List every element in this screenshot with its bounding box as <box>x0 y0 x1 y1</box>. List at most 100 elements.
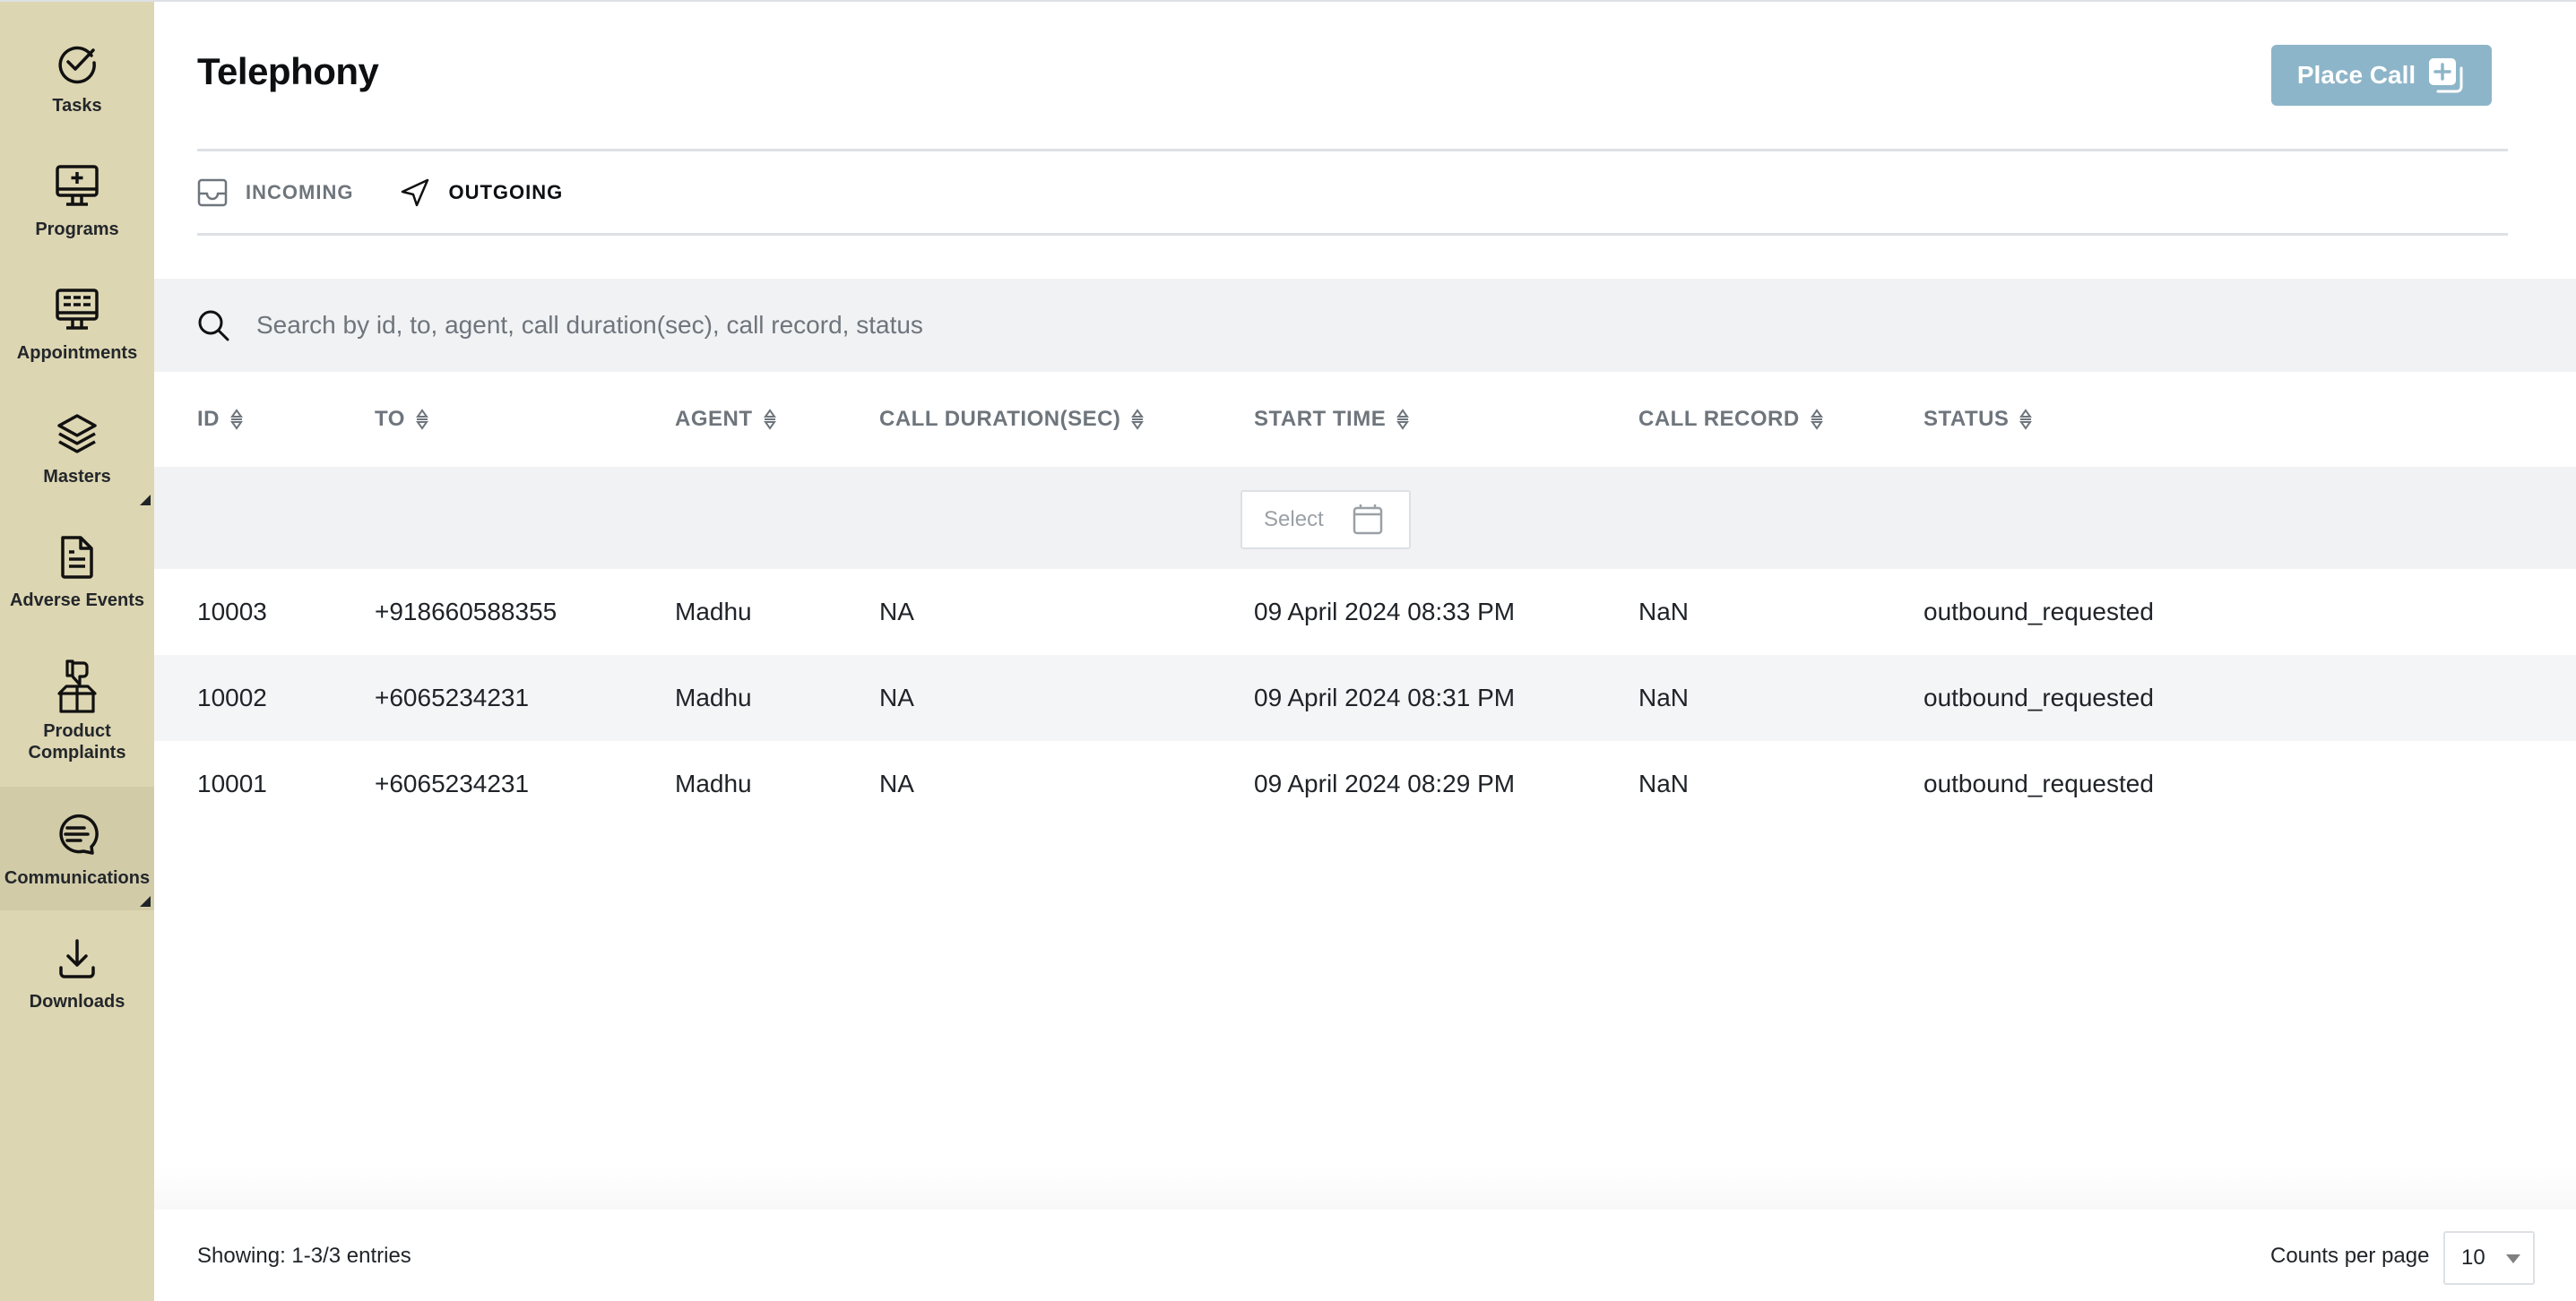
table-row[interactable]: 10002 +6065234231 Madhu NA 09 April 2024… <box>154 655 2576 741</box>
search-input[interactable] <box>256 298 2407 352</box>
sidebar-item-label: Programs <box>35 220 119 239</box>
sidebar-item-appointments[interactable]: Appointments <box>0 262 154 385</box>
main-content: Telephony Place Call INCOMING OUTGOING I… <box>154 2 2576 1301</box>
column-label: AGENT <box>675 407 753 431</box>
date-filter-placeholder: Select <box>1264 507 1324 531</box>
entries-count: Showing: 1-3/3 entries <box>197 1244 411 1268</box>
sort-icon <box>1131 409 1145 430</box>
cell-agent: Madhu <box>675 598 752 625</box>
cell-id: 10003 <box>197 598 267 625</box>
search-icon <box>198 310 229 341</box>
chat-bubble-icon <box>52 810 102 860</box>
column-header-status[interactable]: STATUS <box>1923 372 2034 467</box>
cell-agent: Madhu <box>675 684 752 711</box>
sidebar-item-label: Appointments <box>16 343 138 363</box>
sort-icon <box>1810 409 1823 430</box>
cell-status: outbound_requested <box>1923 770 2154 797</box>
sidebar-item-downloads[interactable]: Downloads <box>0 910 154 1034</box>
column-label: START TIME <box>1254 407 1387 431</box>
cell-call-record: NaN <box>1638 684 1690 711</box>
cell-agent: Madhu <box>675 770 752 797</box>
table-filter-row: Select <box>154 467 2576 569</box>
sidebar-item-masters[interactable]: Masters <box>0 385 154 509</box>
sidebar-item-label: Product Complaints <box>28 721 126 763</box>
call-direction-tabs: INCOMING OUTGOING <box>197 154 609 231</box>
column-header-start-time[interactable]: START TIME <box>1254 372 1411 467</box>
sidebar-item-tasks[interactable]: Tasks <box>0 14 154 138</box>
tabs-divider-bottom <box>197 233 2508 236</box>
cell-start-time: 09 April 2024 08:29 PM <box>1254 770 1516 797</box>
cell-call-record: NaN <box>1638 598 1690 625</box>
cell-to: +918660588355 <box>375 598 558 625</box>
sidebar-item-adverse-events[interactable]: Adverse Events <box>0 509 154 633</box>
column-header-to[interactable]: TO <box>375 372 430 467</box>
document-icon <box>52 532 102 582</box>
cell-id: 10002 <box>197 684 267 711</box>
search-bar <box>154 279 2576 372</box>
sort-icon <box>1396 409 1410 430</box>
layers-icon <box>52 409 102 459</box>
counts-per-page-value: 10 <box>2461 1245 2485 1270</box>
cell-status: outbound_requested <box>1923 598 2154 625</box>
sidebar-item-label: Masters <box>43 467 111 487</box>
column-label: ID <box>197 407 220 431</box>
footer-shadow <box>154 1167 2576 1210</box>
download-icon <box>52 934 102 984</box>
tab-label: OUTGOING <box>448 181 564 203</box>
cell-call-duration: NA <box>879 770 914 797</box>
column-header-call-duration[interactable]: CALL DURATION(SEC) <box>879 372 1145 467</box>
tabs-divider-top <box>197 149 2508 151</box>
pagination-footer: Showing: 1-3/3 entries Counts per page 1… <box>154 1210 2576 1301</box>
column-header-call-record[interactable]: CALL RECORD <box>1638 372 1825 467</box>
cell-call-record: NaN <box>1638 770 1690 797</box>
place-call-button[interactable]: Place Call <box>2271 45 2492 106</box>
sort-icon <box>415 409 428 430</box>
column-label: TO <box>375 407 405 431</box>
cell-start-time: 09 April 2024 08:31 PM <box>1254 684 1516 711</box>
thumbs-down-box-icon <box>52 658 102 715</box>
sidebar-item-communications[interactable]: Communications <box>0 787 154 910</box>
table-header: ID TO AGENT CALL DURATION(SEC) START TIM… <box>154 372 2576 467</box>
column-label: STATUS <box>1923 407 2010 431</box>
inbox-icon <box>197 178 228 207</box>
submenu-indicator-icon <box>140 495 151 505</box>
monitor-plus-icon <box>52 161 102 211</box>
monitor-calendar-icon <box>52 285 102 335</box>
calendar-icon <box>1353 504 1382 535</box>
column-header-agent[interactable]: AGENT <box>675 372 778 467</box>
sidebar-item-label: Downloads <box>29 992 125 1012</box>
sidebar-item-label: Adverse Events <box>9 590 145 610</box>
sidebar-item-product-complaints[interactable]: Product Complaints <box>0 633 154 776</box>
tab-outgoing[interactable]: OUTGOING <box>400 177 563 208</box>
chevron-down-icon <box>2506 1254 2520 1263</box>
cell-call-duration: NA <box>879 598 914 625</box>
submenu-indicator-icon <box>140 896 151 907</box>
sidebar-item-label: Communications <box>4 868 151 888</box>
sort-icon <box>2019 409 2033 430</box>
tab-incoming[interactable]: INCOMING <box>197 177 353 208</box>
sidebar-item-programs[interactable]: Programs <box>0 138 154 262</box>
counts-per-page-label: Counts per page <box>2270 1244 2430 1268</box>
cell-to: +6065234231 <box>375 684 530 711</box>
send-icon <box>402 178 429 207</box>
cell-call-duration: NA <box>879 684 914 711</box>
cell-to: +6065234231 <box>375 770 530 797</box>
table-row[interactable]: 10001 +6065234231 Madhu NA 09 April 2024… <box>154 741 2576 827</box>
cell-id: 10001 <box>197 770 267 797</box>
table-row[interactable]: 10003 +918660588355 Madhu NA 09 April 20… <box>154 569 2576 655</box>
column-header-id[interactable]: ID <box>197 372 245 467</box>
sidebar-item-label: Tasks <box>52 96 102 116</box>
page-title: Telephony <box>197 50 379 92</box>
cell-status: outbound_requested <box>1923 684 2154 711</box>
add-icon <box>2429 58 2463 93</box>
start-time-date-filter[interactable]: Select <box>1240 490 1411 549</box>
cell-start-time: 09 April 2024 08:33 PM <box>1254 598 1516 625</box>
column-label: CALL RECORD <box>1638 407 1800 431</box>
sort-icon <box>230 409 243 430</box>
sidebar: Tasks Programs Appointments Masters Adve… <box>0 2 154 1301</box>
check-circle-icon <box>52 38 102 88</box>
sort-icon <box>763 409 776 430</box>
column-label: CALL DURATION(SEC) <box>879 407 1121 431</box>
counts-per-page-select[interactable]: 10 <box>2443 1231 2535 1285</box>
place-call-label: Place Call <box>2296 61 2416 89</box>
